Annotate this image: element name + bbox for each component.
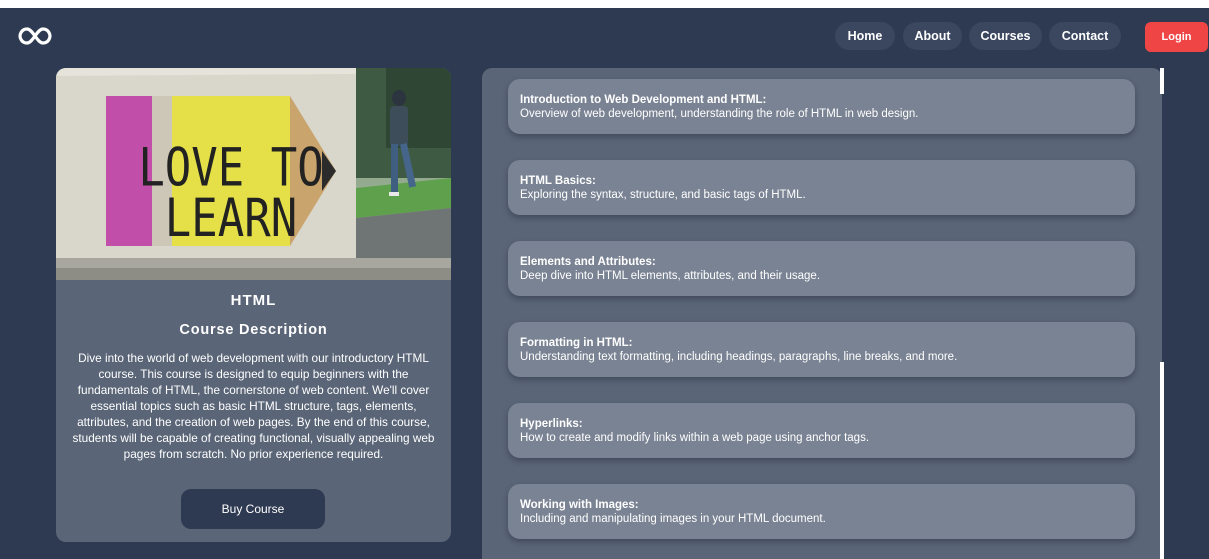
module-description: Understanding text formatting, including… (520, 351, 958, 363)
course-description: Dive into the world of web development w… (72, 351, 435, 461)
nav-courses-link[interactable]: Courses (969, 22, 1042, 50)
modules-panel: Introduction to Web Development and HTML… (482, 68, 1162, 559)
module-title: HTML Basics: (520, 175, 596, 187)
course-title: HTML (230, 292, 277, 309)
modules-scrollbar[interactable] (1160, 68, 1164, 559)
module-card[interactable]: Hyperlinks: How to create and modify lin… (508, 403, 1135, 458)
module-description: Exploring the syntax, structure, and bas… (520, 189, 806, 201)
course-subtitle: Course Description (179, 322, 328, 338)
module-card[interactable]: Introduction to Web Development and HTML… (508, 79, 1135, 134)
scrollbar-segment[interactable] (1160, 68, 1164, 94)
course-card: LOVE TO LEARN HTML Course Description Di… (56, 68, 451, 542)
page: Home About Courses Contact Login LOVE TO… (0, 0, 1209, 559)
module-card[interactable]: Formatting in HTML: Understanding text f… (508, 322, 1135, 377)
module-title: Working with Images: (520, 499, 639, 511)
module-card[interactable]: Working with Images: Including and manip… (508, 484, 1135, 539)
module-title: Introduction to Web Development and HTML… (520, 94, 767, 106)
nav-home-link[interactable]: Home (835, 22, 895, 50)
module-description: Deep dive into HTML elements, attributes… (520, 270, 821, 282)
course-image-caption-2: LEARN (165, 188, 297, 249)
module-card[interactable]: Elements and Attributes: Deep dive into … (508, 241, 1135, 296)
login-button[interactable]: Login (1145, 22, 1208, 52)
course-image: LOVE TO LEARN (56, 68, 451, 280)
module-description: Including and manipulating images in you… (520, 513, 826, 525)
module-description: Overview of web development, understandi… (520, 108, 919, 120)
buy-course-button[interactable]: Buy Course (181, 489, 325, 529)
nav-contact-link[interactable]: Contact (1049, 22, 1121, 50)
navbar: Home About Courses Contact Login (0, 8, 1209, 64)
infinity-icon[interactable] (18, 21, 52, 51)
scrollbar-thumb[interactable] (1160, 362, 1164, 559)
module-card[interactable]: HTML Basics: Exploring the syntax, struc… (508, 160, 1135, 215)
module-title: Elements and Attributes: (520, 256, 656, 268)
module-title: Formatting in HTML: (520, 337, 633, 349)
module-title: Hyperlinks: (520, 418, 583, 430)
module-description: How to create and modify links within a … (520, 432, 870, 444)
top-strip (0, 0, 1209, 8)
nav-about-link[interactable]: About (903, 22, 962, 50)
